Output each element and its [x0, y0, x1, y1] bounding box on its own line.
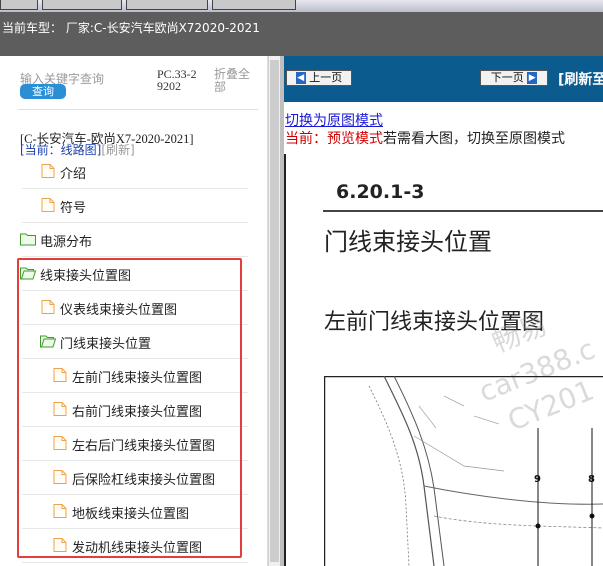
document-preview: 6.20.1-3 门线束接头位置 左前门线束接头位置图 畅易 car388.c … [284, 154, 603, 566]
mode-line: 当前：预览模式若需看大图，切换至原图模式 [285, 128, 565, 148]
next-page-label: 下一页 [490, 71, 524, 84]
left-scrollbar-thumb[interactable] [270, 60, 279, 562]
query-button[interactable]: 查询 [20, 84, 66, 99]
document-title: 门线束接头位置 [324, 228, 492, 256]
file-icon [41, 164, 55, 178]
highlight-box [17, 258, 242, 558]
mode-hint: 若需看大图，切换至原图模式 [383, 132, 565, 147]
next-page-button[interactable]: 下一页 ▶ [480, 70, 548, 86]
tree-item[interactable]: 电源分布 [0, 223, 248, 257]
top-bar: 当前车型： 厂家:C-长安汽车欧尚X72020-2021 [0, 0, 603, 56]
prev-page-label: 上一页 [309, 71, 343, 84]
section-number: 6.20.1-3 [336, 181, 425, 203]
tree-divider [22, 562, 248, 563]
mode-current: 当前：预览模式 [285, 132, 383, 147]
tree-item-label: 符号 [60, 201, 87, 216]
tree-item[interactable]: 符号 [0, 189, 248, 223]
top-tabs [0, 0, 603, 12]
file-icon [41, 198, 55, 212]
collapse-all-button[interactable]: 折叠全部 [214, 68, 254, 94]
page-nav-bar: ◀ 上一页 下一页 ▶ [刷新至 [284, 56, 603, 102]
left-scrollbar[interactable] [268, 56, 280, 566]
document-code: PC.33-29202 [157, 67, 197, 93]
top-tab-2[interactable] [42, 0, 122, 10]
tree-item[interactable]: 介绍 [0, 155, 248, 189]
top-tab-3[interactable] [126, 0, 208, 10]
callout-8: 8 [588, 474, 595, 485]
door-harness-diagram [324, 376, 603, 566]
refresh-link[interactable]: [刷新至 [558, 69, 603, 89]
arrow-left-icon: ◀ [295, 72, 306, 84]
tree-item-label: 电源分布 [40, 235, 93, 250]
section-rule [323, 210, 603, 212]
arrow-right-icon: ▶ [527, 72, 538, 84]
tree-item-label: 介绍 [60, 167, 87, 182]
prev-page-button[interactable]: ◀ 上一页 [286, 70, 352, 86]
switch-original-mode-link[interactable]: 切换为原图模式 [285, 110, 383, 130]
right-panel: ◀ 上一页 下一页 ▶ [刷新至 切换为原图模式 当前：预览模式若需看大图，切换… [284, 56, 603, 566]
top-tab-4[interactable] [212, 0, 296, 10]
divider [18, 109, 258, 110]
callout-9: 9 [534, 474, 541, 485]
top-tab-1[interactable] [0, 0, 38, 10]
current-model-label: 当前车型： 厂家:C-长安汽车欧尚X72020-2021 [2, 21, 260, 35]
folder-icon [20, 233, 36, 246]
left-panel: 输入关键字查询 查询 PC.33-29202 折叠全部 [C-长安汽车-欧尚X7… [0, 56, 268, 566]
